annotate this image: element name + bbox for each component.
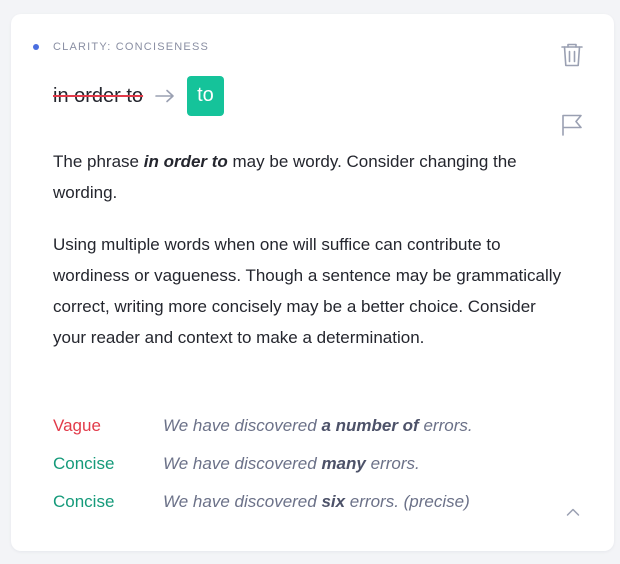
flag-icon[interactable] <box>560 113 584 137</box>
summary-text-before: The phrase <box>53 152 144 171</box>
example-text: We have discovered many errors. <box>163 454 420 473</box>
explanation-summary: The phrase in order to may be wordy. Con… <box>53 146 573 208</box>
example-row: Vague We have discovered a number of err… <box>53 407 473 445</box>
trash-icon[interactable] <box>560 42 584 68</box>
replacement-button[interactable]: to <box>187 76 224 116</box>
suggestion-row: in order to to <box>53 76 224 116</box>
arrow-right-icon <box>155 89 175 103</box>
summary-phrase: in order to <box>143 152 228 171</box>
category-row: CLARITY: CONCISENESS <box>33 41 209 53</box>
chevron-up-icon[interactable] <box>566 504 580 516</box>
example-text: We have discovered six errors. (precise) <box>163 492 470 511</box>
original-phrase: in order to <box>53 84 144 107</box>
category-label: CLARITY: CONCISENESS <box>53 41 210 53</box>
example-row: Concise We have discovered many errors. <box>53 445 473 483</box>
category-dot <box>33 44 39 50</box>
example-text: We have discovered a number of errors. <box>163 416 473 435</box>
example-label: Vague <box>53 416 101 435</box>
example-label: Concise <box>53 492 115 511</box>
example-row: Concise We have discovered six errors. (… <box>53 483 473 521</box>
examples-list: Vague We have discovered a number of err… <box>53 407 473 521</box>
example-label: Concise <box>53 454 115 473</box>
explanation-detail: Using multiple words when one will suffi… <box>53 235 562 347</box>
suggestion-card: CLARITY: CONCISENESS in order to to The … <box>11 14 614 551</box>
